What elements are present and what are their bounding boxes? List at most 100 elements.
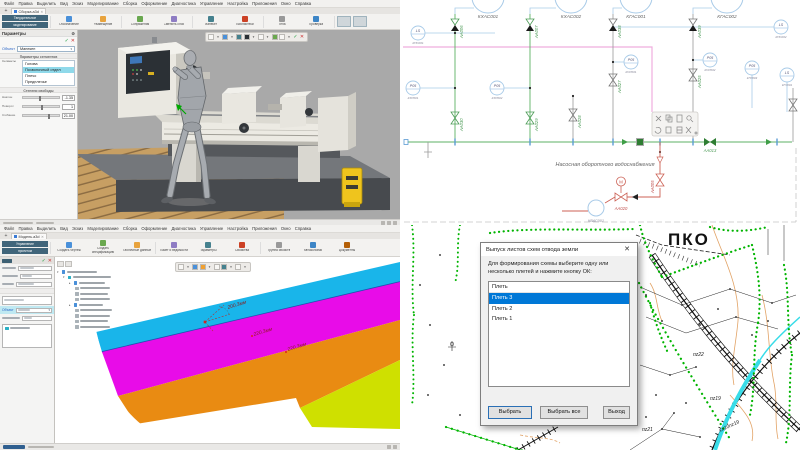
ribbon-button[interactable]: Обозначение xyxy=(53,16,85,27)
slider[interactable] xyxy=(22,105,60,108)
slider-value[interactable]: 1 xyxy=(62,104,75,110)
apply-icon[interactable]: ✓ xyxy=(293,34,298,40)
dropdown-caret-icon[interactable]: ▾ xyxy=(265,34,270,40)
floating-mini-toolbar[interactable] xyxy=(652,112,698,136)
slider-value[interactable]: 21.00 xyxy=(62,113,75,119)
field-value[interactable] xyxy=(16,282,52,287)
object-combobox[interactable]: Манекен ▾ xyxy=(17,46,75,52)
select-button[interactable]: Выбрать xyxy=(488,406,532,419)
filter-tool-icon[interactable] xyxy=(235,264,241,270)
document-tab[interactable]: Модель.a3d ✕ xyxy=(11,233,47,239)
gear-icon[interactable]: ⚙ xyxy=(71,31,75,36)
ribbon-button[interactable]: Сменить слои xyxy=(158,16,190,27)
ribbon-group-collapsed[interactable] xyxy=(337,16,351,27)
ribbon-button[interactable]: Табличные данные xyxy=(121,242,153,253)
field-value[interactable] xyxy=(18,266,52,271)
ribbon-button[interactable]: Свойства xyxy=(226,242,258,253)
document-tab[interactable]: Сборка.a3d ✕ xyxy=(11,8,46,14)
panel-tab[interactable] xyxy=(2,259,12,263)
new-tab-icon[interactable]: + xyxy=(3,233,9,239)
ribbon-button[interactable]: Проверка xyxy=(300,16,332,27)
dropdown-caret-icon[interactable]: ▾ xyxy=(216,34,221,40)
ribbon-button[interactable]: Группа свойств xyxy=(263,242,295,253)
items-listbox[interactable] xyxy=(2,324,52,348)
close-tab-icon[interactable]: ✕ xyxy=(40,10,43,14)
ribbon-button[interactable]: Сопряжения xyxy=(124,16,156,27)
list-item[interactable]: Плеть 2 xyxy=(489,304,629,315)
select-all-button[interactable]: Выбрать все xyxy=(540,406,588,419)
measure-tool-icon[interactable] xyxy=(221,264,227,270)
dialog-title-bar[interactable]: Выпуск листов схем отвода земли ✕ xyxy=(481,243,637,256)
orient-tool-icon[interactable] xyxy=(192,264,198,270)
status-mode-chip[interactable] xyxy=(3,445,25,449)
model-tree: ▾ ▾ ▸ ▸ xyxy=(57,261,145,330)
dropdown-caret-icon[interactable]: ▾ xyxy=(230,34,235,40)
dropdown-caret-icon[interactable]: ▾ xyxy=(251,34,256,40)
new-tab-icon[interactable]: + xyxy=(3,8,9,14)
dropdown-caret-icon[interactable]: ▾ xyxy=(229,264,234,270)
ribbon-mode-button[interactable]: Управление проектом xyxy=(2,241,48,254)
cancel-icon[interactable]: ✕ xyxy=(48,258,52,264)
field-value[interactable] xyxy=(20,274,52,279)
section-tool-icon[interactable] xyxy=(258,34,264,40)
svg-text:КПС001: КПС001 xyxy=(412,41,423,45)
slider[interactable] xyxy=(22,96,60,99)
slider-label: Наклон xyxy=(2,96,20,99)
ribbon-button[interactable]: Размещение xyxy=(87,16,119,27)
ribbon-button[interactable]: Автоколонки xyxy=(297,242,329,253)
ribbon-button[interactable]: Манекен xyxy=(195,16,227,27)
apply-icon[interactable]: ✓ xyxy=(42,258,46,264)
dropdown-caret-icon[interactable]: ▾ xyxy=(287,34,292,40)
ribbon-button[interactable]: Документы xyxy=(331,242,363,253)
status-icon[interactable] xyxy=(387,445,391,449)
section-tool-icon[interactable] xyxy=(214,264,220,270)
ribbon-mode-button[interactable]: Твердотельное моделирование xyxy=(2,15,48,28)
composite-screenshot: Файл Правка Выделить Вид Эскиз Моделиров… xyxy=(0,0,800,450)
object-row-selected[interactable]: Объект ▾ xyxy=(0,306,54,314)
dropdown-caret-icon[interactable]: ▾ xyxy=(186,264,191,270)
dropdown-caret-icon[interactable]: ▾ xyxy=(243,264,248,270)
display-mode-icon[interactable] xyxy=(200,264,206,270)
ribbon-button[interactable]: Создать спецификацию xyxy=(87,240,119,254)
tool-icon xyxy=(134,242,140,248)
slider[interactable] xyxy=(22,114,60,117)
status-icon[interactable] xyxy=(393,445,397,449)
object-combobox[interactable]: ▾ xyxy=(16,308,52,313)
status-icon[interactable] xyxy=(393,221,397,225)
tree-tab[interactable] xyxy=(57,261,64,267)
map-label: пz22 xyxy=(693,352,704,358)
pan-tool-icon[interactable] xyxy=(178,264,184,270)
slider-value[interactable]: -1.35 xyxy=(62,95,75,101)
tool-icon xyxy=(205,242,211,248)
exit-button[interactable]: Выход xyxy=(603,406,630,419)
list-item[interactable]: Плеть 1 xyxy=(489,314,629,325)
status-icon[interactable] xyxy=(387,221,391,225)
ribbon-button[interactable]: Создать чертеж xyxy=(53,242,85,253)
right-cabinet xyxy=(318,92,356,152)
menu-bar[interactable]: Файл Правка Выделить Вид Эскиз Моделиров… xyxy=(0,0,400,7)
filter-tool-icon[interactable] xyxy=(279,34,285,40)
close-tab-icon[interactable]: ✕ xyxy=(41,235,44,239)
pan-tool-icon[interactable] xyxy=(208,34,214,40)
dropdown-caret-icon[interactable]: ▾ xyxy=(207,264,212,270)
ribbon-button[interactable]: Параметры xyxy=(192,242,224,253)
list-item-selected[interactable]: Плеть 3 xyxy=(489,293,629,304)
measure-tool-icon[interactable] xyxy=(272,34,278,40)
cancel-icon[interactable]: ✕ xyxy=(71,38,75,44)
display-mode-icon[interactable] xyxy=(236,34,242,40)
ribbon-group-collapsed[interactable] xyxy=(353,16,367,27)
ribbon-button[interactable]: Библиотеки xyxy=(229,16,261,27)
tree-item[interactable] xyxy=(75,324,145,330)
segment-item[interactable]: Предплечье xyxy=(23,79,74,85)
apply-icon[interactable]: ✓ xyxy=(65,38,69,44)
close-icon[interactable]: ✕ xyxy=(622,244,632,256)
shaded-mode-icon[interactable] xyxy=(244,34,250,40)
ribbon-button[interactable]: Пакет и ведомости xyxy=(158,242,190,253)
cancel-icon[interactable]: ✕ xyxy=(300,34,305,40)
field-value[interactable] xyxy=(22,316,52,321)
menu-bar[interactable]: Файл Правка Выделить Вид Эскиз Моделиров… xyxy=(0,225,400,232)
orient-tool-icon[interactable] xyxy=(222,34,228,40)
status-icon[interactable] xyxy=(381,221,385,225)
ribbon-button[interactable]: Тела xyxy=(266,16,298,27)
tree-tab[interactable] xyxy=(65,261,72,267)
